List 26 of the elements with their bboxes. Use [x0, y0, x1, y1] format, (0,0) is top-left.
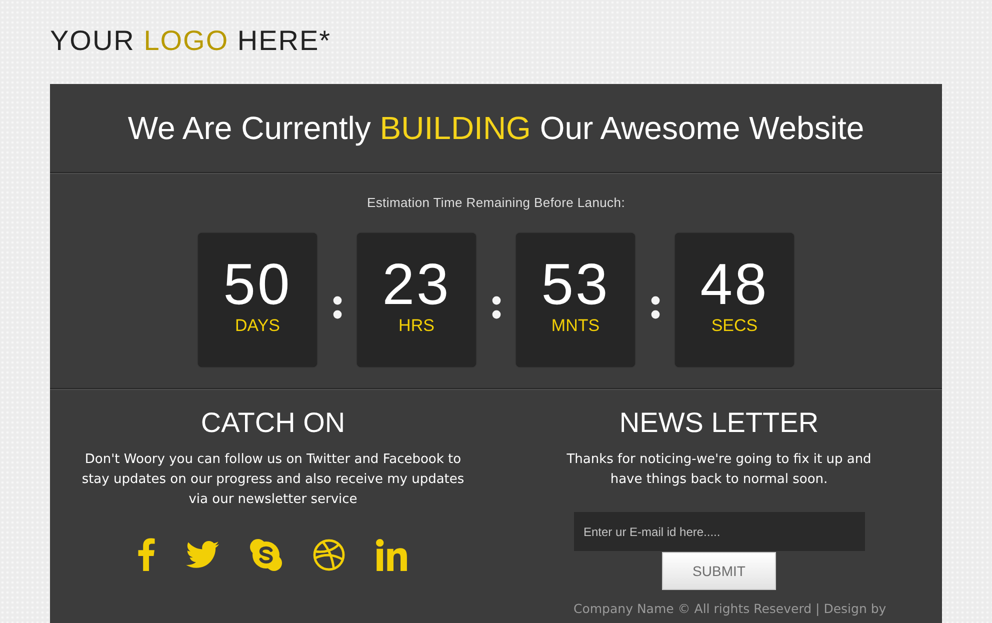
letters-in-icon[interactable] [376, 538, 408, 570]
countdown-unit: HRS [398, 315, 434, 337]
countdown-number: 23 [382, 255, 451, 315]
countdown-unit: DAYS [234, 315, 280, 337]
countdown-number: 48 [700, 255, 769, 315]
colon-icon [492, 296, 500, 318]
countdown-unit: MNTS [551, 315, 600, 337]
ball-icon[interactable] [313, 538, 345, 570]
letter-f-icon[interactable] [138, 538, 155, 571]
footer-text: Company Name © All rights Reseverd | Design by [574, 601, 886, 617]
countdown-label: Estimation Time Remaining Before Lanuch: [366, 195, 625, 211]
colon-icon [332, 296, 342, 318]
email-field[interactable]: Enter ur E-mail id here..... [574, 512, 864, 551]
logo-text: YOUR LOGO HERE* [50, 24, 332, 58]
countdown-number: 53 [541, 255, 610, 315]
submit-button[interactable]: SUBMIT [662, 552, 776, 590]
colon-icon [650, 296, 660, 318]
description-text: Thanks for noticing-we're going to fix it up and have things back to normal soon. [566, 451, 872, 489]
description-text: Don't Woory you can follow us on Twitter and Facebook to stay updates on our progress and also receive my updates via our newsletter service [80, 451, 466, 509]
countdown-number: 50 [223, 255, 292, 315]
letter-s-cloud-icon[interactable] [250, 538, 282, 570]
section-title: NEWS LETTER [619, 406, 819, 440]
section-title: CATCH ON [200, 406, 346, 440]
countdown-unit: SECS [711, 315, 758, 337]
headline-text: We Are Currently BUILDING Our Awesome Website [128, 109, 864, 148]
bird-icon[interactable] [186, 541, 219, 568]
